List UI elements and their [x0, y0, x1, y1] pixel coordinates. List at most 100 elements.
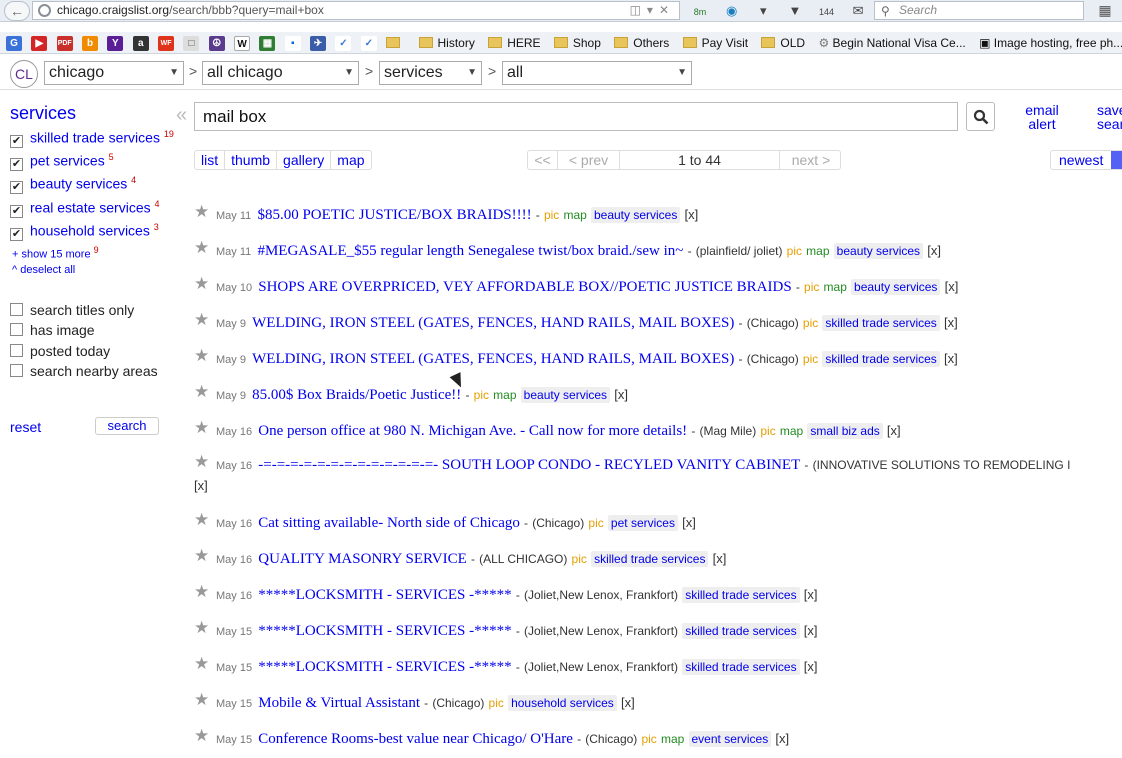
- map-tag[interactable]: map: [806, 244, 829, 258]
- reader-icon[interactable]: ◫: [630, 3, 647, 17]
- result-title-link[interactable]: SHOPS ARE OVERPRICED, VEY AFFORDABLE BOX…: [258, 279, 791, 295]
- checkbox[interactable]: [10, 364, 23, 377]
- bookmark-folder-empty[interactable]: [386, 32, 405, 53]
- map-tag[interactable]: map: [661, 732, 684, 746]
- hide-result-button[interactable]: [x]: [713, 551, 727, 566]
- favorite-star-icon[interactable]: ★: [194, 682, 210, 718]
- bookmark-folder-others[interactable]: Others: [614, 32, 669, 53]
- stop-icon[interactable]: ✕: [659, 3, 675, 17]
- pocket-icon[interactable]: ▼: [785, 0, 805, 22]
- chevron-down-icon[interactable]: ▾: [753, 0, 773, 22]
- save-search-link[interactable]: save search: [1097, 103, 1122, 131]
- next-page-button[interactable]: next >: [780, 151, 842, 169]
- checkbox[interactable]: ✔: [10, 134, 23, 148]
- sidebar-search-button[interactable]: search: [95, 417, 159, 435]
- sort-newest-button[interactable]: newest: [1059, 152, 1103, 168]
- hide-result-button[interactable]: [x]: [194, 478, 208, 493]
- favorite-star-icon[interactable]: ★: [194, 302, 210, 338]
- option-search-nearby[interactable]: search nearby areas: [10, 363, 158, 379]
- category-filter-skilled-trade[interactable]: ✔ skilled trade services 19: [10, 129, 174, 149]
- deselect-all-link[interactable]: ^ deselect all: [12, 264, 75, 276]
- result-title-link[interactable]: $85.00 POETIC JUSTICE/BOX BRAIDS!!!!: [257, 207, 531, 223]
- checkbox[interactable]: [10, 344, 23, 357]
- favorite-star-icon[interactable]: ★: [194, 646, 210, 682]
- mail-icon[interactable]: ✉: [848, 0, 868, 22]
- yahoo-icon[interactable]: Y: [107, 36, 124, 52]
- hide-result-button[interactable]: [x]: [804, 623, 818, 638]
- checkbox[interactable]: ✔: [10, 157, 23, 171]
- hide-result-button[interactable]: [x]: [775, 731, 789, 746]
- category-filter-pet[interactable]: ✔ pet services 5: [10, 152, 114, 172]
- result-title-link[interactable]: 85.00$ Box Braids/Poetic Justice!!: [252, 387, 461, 403]
- result-category-link[interactable]: event services: [688, 731, 772, 747]
- blank-page-icon[interactable]: □: [183, 36, 200, 52]
- city-select[interactable]: chicago ▼: [44, 61, 184, 85]
- subsection-select[interactable]: all ▼: [502, 61, 692, 85]
- show-more-link[interactable]: + show 15 more 9: [12, 245, 99, 261]
- map-tag[interactable]: map: [563, 208, 586, 222]
- result-category-link[interactable]: beauty services: [590, 207, 681, 223]
- result-category-link[interactable]: beauty services: [520, 387, 611, 403]
- category-filter-beauty[interactable]: ✔ beauty services 4: [10, 175, 136, 195]
- spreadsheet-icon[interactable]: ▦: [259, 36, 276, 52]
- google-icon[interactable]: G: [6, 36, 22, 52]
- first-page-button[interactable]: <<: [528, 151, 558, 169]
- favorite-star-icon[interactable]: ★: [194, 194, 210, 230]
- map-tag[interactable]: map: [493, 388, 516, 402]
- result-title-link[interactable]: Cat sitting available- North side of Chi…: [258, 515, 520, 531]
- sort-relevance-button[interactable]: [1111, 151, 1122, 169]
- sidebar-title[interactable]: services: [10, 103, 76, 124]
- bookmark-folder-history[interactable]: History: [418, 32, 475, 53]
- result-title-link[interactable]: One person office at 980 N. Michigan Ave…: [258, 423, 687, 439]
- result-category-link[interactable]: beauty services: [833, 243, 924, 259]
- extension-badge[interactable]: 8m: [690, 1, 710, 23]
- bookmark-image-hosting[interactable]: ▣ Image hosting, free ph...: [979, 32, 1122, 53]
- favorite-star-icon[interactable]: ★: [194, 338, 210, 374]
- view-map-button[interactable]: map: [331, 151, 370, 169]
- bookmark-folder-old[interactable]: OLD: [761, 32, 805, 53]
- wf-icon[interactable]: WF: [158, 36, 175, 52]
- bookmark-folder-here[interactable]: HERE: [488, 32, 541, 53]
- flickr-icon[interactable]: ▪: [284, 36, 301, 52]
- result-title-link[interactable]: -=-=-=-=-=-=-=-=-=-=-=-=-=- SOUTH LOOP C…: [258, 457, 800, 473]
- dropdown-icon[interactable]: ▾: [647, 3, 659, 17]
- checkbox[interactable]: ✔: [10, 227, 23, 241]
- prev-page-button[interactable]: < prev: [558, 151, 620, 169]
- email-alert-link[interactable]: email alert: [1022, 103, 1062, 131]
- check-icon[interactable]: ✓: [335, 36, 352, 52]
- category-filter-household[interactable]: ✔ household services 3: [10, 222, 159, 242]
- hide-result-button[interactable]: [x]: [945, 279, 959, 294]
- view-list-button[interactable]: list: [195, 151, 226, 169]
- hide-result-button[interactable]: [x]: [804, 587, 818, 602]
- bookmark-folder-pay-visit[interactable]: Pay Visit: [682, 32, 748, 53]
- hide-result-button[interactable]: [x]: [621, 695, 635, 710]
- result-title-link[interactable]: #MEGASALE_$55 regular length Senegalese …: [257, 243, 683, 259]
- favorite-star-icon[interactable]: ★: [194, 538, 210, 574]
- search-submit-button[interactable]: [966, 102, 995, 131]
- check-icon-2[interactable]: ✓: [360, 36, 377, 52]
- result-title-link[interactable]: *****LOCKSMITH - SERVICES -*****: [258, 659, 511, 675]
- result-category-link[interactable]: skilled trade services: [682, 659, 800, 675]
- view-thumb-button[interactable]: thumb: [225, 151, 278, 169]
- bookmark-a-icon[interactable]: a: [132, 36, 149, 52]
- result-category-link[interactable]: household services: [508, 695, 617, 711]
- menu-icon[interactable]: ▦: [1096, 2, 1114, 20]
- section-select[interactable]: services ▼: [379, 61, 482, 85]
- result-title-link[interactable]: *****LOCKSMITH - SERVICES -*****: [258, 587, 511, 603]
- checkbox[interactable]: ✔: [10, 180, 23, 194]
- favorite-star-icon[interactable]: ★: [194, 718, 210, 754]
- pdf-icon[interactable]: PDF: [56, 36, 73, 52]
- bookmark-folder-shop[interactable]: Shop: [553, 32, 601, 53]
- checkbox[interactable]: [10, 323, 23, 336]
- hide-result-button[interactable]: [x]: [614, 387, 628, 402]
- browser-search-input[interactable]: ⚲ Search: [874, 1, 1084, 20]
- area-select[interactable]: all chicago ▼: [202, 61, 359, 85]
- category-filter-real-estate[interactable]: ✔ real estate services 4: [10, 199, 160, 219]
- option-search-titles-only[interactable]: search titles only: [10, 302, 134, 318]
- favorite-star-icon[interactable]: ★: [194, 410, 210, 446]
- hide-result-button[interactable]: [x]: [944, 315, 958, 330]
- hide-result-button[interactable]: [x]: [944, 351, 958, 366]
- back-button[interactable]: ←: [4, 1, 30, 21]
- notification-badge[interactable]: 144: [817, 1, 837, 23]
- result-category-link[interactable]: pet services: [607, 515, 678, 531]
